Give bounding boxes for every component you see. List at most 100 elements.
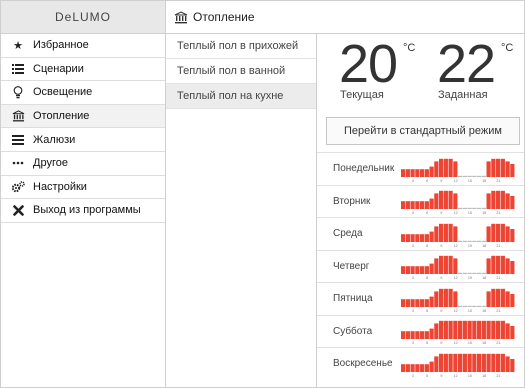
schedule-tick-label: 18 <box>482 276 486 280</box>
schedule-tick-label: 21 <box>496 341 500 345</box>
schedule-bar <box>505 226 510 242</box>
schedule-tick-label: 21 <box>496 276 500 280</box>
schedule-bar <box>448 223 453 242</box>
day-row-sunday[interactable]: Воскресенье 3 6 9 12 15 18 21 <box>317 347 524 380</box>
sidebar-item-exit[interactable]: Выход из программы <box>1 199 165 223</box>
schedule-bar <box>510 293 515 307</box>
schedule-bar-off <box>462 273 467 275</box>
schedule-bar <box>443 288 448 307</box>
schedule-tick-label: 12 <box>454 341 458 345</box>
sidebar-item-lighting[interactable]: Освещение <box>1 81 165 105</box>
schedule-bar <box>510 358 515 372</box>
schedule-tick-label: 3 <box>412 211 414 215</box>
schedule-tick-label: 12 <box>454 276 458 280</box>
weekly-schedule: Понедельник 3 6 9 12 15 18 21 Вторник 3 6 9 12 15 18 21… <box>317 152 524 380</box>
day-row-thursday[interactable]: Четверг 3 6 9 12 15 18 21 <box>317 249 524 283</box>
schedule-bar <box>434 226 439 242</box>
schedule-bar <box>420 266 425 275</box>
sidebar-item-label: Жалюзи <box>33 133 76 146</box>
schedule-bar <box>410 201 415 210</box>
schedule-bar <box>429 166 434 177</box>
schedule-bar <box>415 168 420 177</box>
schedule-bar-off <box>472 208 477 210</box>
room-item-kitchen[interactable]: Теплый пол на кухне <box>166 84 316 109</box>
schedule-tick-label: 6 <box>426 276 428 280</box>
schedule-bar <box>439 353 444 372</box>
schedule-bar <box>448 191 453 210</box>
page-title: Отопление <box>193 10 255 24</box>
schedule-bar <box>448 288 453 307</box>
standard-mode-button[interactable]: Перейти в стандартный режим <box>326 117 520 145</box>
schedule-bar <box>429 361 434 372</box>
schedule-tick-label: 15 <box>468 276 472 280</box>
schedule-bar <box>486 321 491 340</box>
schedule-bar <box>481 353 486 372</box>
schedule-bar <box>405 266 410 275</box>
schedule-bar <box>467 321 472 340</box>
schedule-bar <box>420 363 425 372</box>
day-row-tuesday[interactable]: Вторник 3 6 9 12 15 18 21 <box>317 184 524 218</box>
sidebar-item-heating[interactable]: Отопление <box>1 104 165 129</box>
schedule-bar <box>486 353 491 372</box>
schedule-bar <box>462 353 467 372</box>
schedule-bar <box>420 168 425 177</box>
schedule-bar <box>448 353 453 372</box>
schedule-bar-off <box>458 305 463 307</box>
schedule-bar <box>491 353 496 372</box>
schedule-tick-label: 15 <box>468 211 472 215</box>
schedule-bar <box>415 233 420 242</box>
schedule-bar <box>491 158 496 177</box>
schedule-bar <box>405 201 410 210</box>
sidebar-item-other[interactable]: Другое <box>1 152 165 176</box>
heating-detail-panel: 20 °C Текущая 22 °C Заданная Перейти в с… <box>317 34 524 387</box>
sidebar-item-blinds[interactable]: Жалюзи <box>1 128 165 152</box>
room-item-hallway[interactable]: Теплый пол в прихожей <box>166 34 316 59</box>
schedule-tick-label: 9 <box>440 374 442 378</box>
schedule-bar <box>481 321 486 340</box>
schedule-bar <box>496 288 501 307</box>
schedule-tick-label: 3 <box>412 341 414 345</box>
schedule-bar-off <box>477 175 482 177</box>
schedule-bar <box>448 321 453 340</box>
day-row-wednesday[interactable]: Среда 3 6 9 12 15 18 21 <box>317 217 524 250</box>
sidebar-item-favorites[interactable]: ★ Избранное <box>1 34 165 58</box>
schedule-bar <box>472 321 477 340</box>
schedule-bar <box>420 331 425 340</box>
day-name: Среда <box>333 228 363 240</box>
schedule-bar <box>424 233 429 242</box>
day-name: Понедельник <box>333 163 395 175</box>
schedule-bar <box>491 288 496 307</box>
room-item-bathroom[interactable]: Теплый пол в ванной <box>166 59 316 84</box>
brand-logo: DeLUMO <box>1 1 166 33</box>
sidebar-item-scenarios[interactable]: Сценарии <box>1 58 165 82</box>
schedule-bar <box>496 256 501 275</box>
schedule-bar-off <box>467 208 472 210</box>
star-icon: ★ <box>13 39 23 52</box>
page-header: Отопление <box>166 1 524 33</box>
schedule-bar-off <box>481 175 486 177</box>
schedule-tick-label: 21 <box>496 309 500 313</box>
schedule-tick-label: 21 <box>496 244 500 248</box>
schedule-bar <box>415 363 420 372</box>
schedule-bar <box>405 298 410 307</box>
schedule-bar <box>415 331 420 340</box>
schedule-bar <box>496 158 501 177</box>
day-name: Воскресенье <box>333 358 393 370</box>
schedule-bar <box>510 261 515 275</box>
schedule-tick-label: 6 <box>426 244 428 248</box>
schedule-bar <box>410 363 415 372</box>
day-row-saturday[interactable]: Суббота 3 6 9 12 15 18 21 <box>317 314 524 348</box>
schedule-bar <box>496 191 501 210</box>
heating-icon <box>174 10 188 24</box>
day-row-friday[interactable]: Пятница 3 6 9 12 15 18 21 <box>317 282 524 315</box>
schedule-tick-label: 21 <box>496 211 500 215</box>
schedule-bar <box>505 356 510 372</box>
schedule-bar <box>505 323 510 340</box>
schedule-tick-label: 12 <box>454 179 458 183</box>
day-row-monday[interactable]: Понедельник 3 6 9 12 15 18 21 <box>317 152 524 185</box>
schedule-bar <box>401 168 406 177</box>
sidebar-item-settings[interactable]: Настройки <box>1 176 165 200</box>
target-temperature[interactable]: 22 °C Заданная <box>437 36 513 101</box>
day-schedule-chart: 3 6 9 12 15 18 21 <box>401 158 515 183</box>
schedule-bar <box>500 353 505 372</box>
